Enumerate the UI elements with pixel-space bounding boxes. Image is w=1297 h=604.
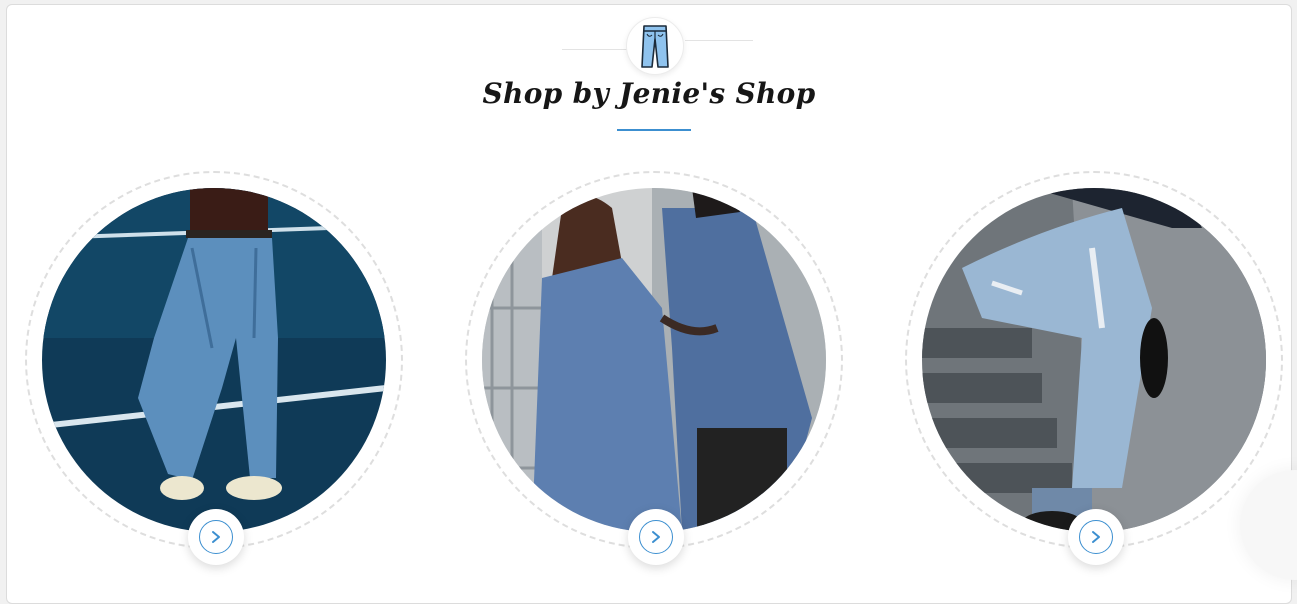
category-image-1[interactable]	[42, 188, 386, 532]
section-title: Shop by Jenie's Shop	[482, 77, 816, 110]
chevron-right-icon	[639, 520, 673, 554]
category-card-3[interactable]	[905, 171, 1283, 565]
category-2-button[interactable]	[628, 509, 684, 565]
header-divider-right	[685, 40, 753, 41]
section-header: Shop by Jenie's Shop	[7, 5, 1291, 145]
category-image-2[interactable]	[482, 188, 826, 532]
header-divider-left	[562, 49, 630, 50]
category-3-button[interactable]	[1068, 509, 1124, 565]
jeans-icon	[626, 17, 684, 75]
category-1-button[interactable]	[188, 509, 244, 565]
chevron-right-icon	[1079, 520, 1113, 554]
category-card-1[interactable]	[25, 171, 403, 565]
chevron-right-icon	[199, 520, 233, 554]
category-image-3[interactable]	[922, 188, 1266, 532]
shop-section-panel: Shop by Jenie's Shop	[6, 4, 1292, 604]
title-underline	[617, 129, 691, 131]
category-card-2[interactable]	[465, 171, 843, 565]
